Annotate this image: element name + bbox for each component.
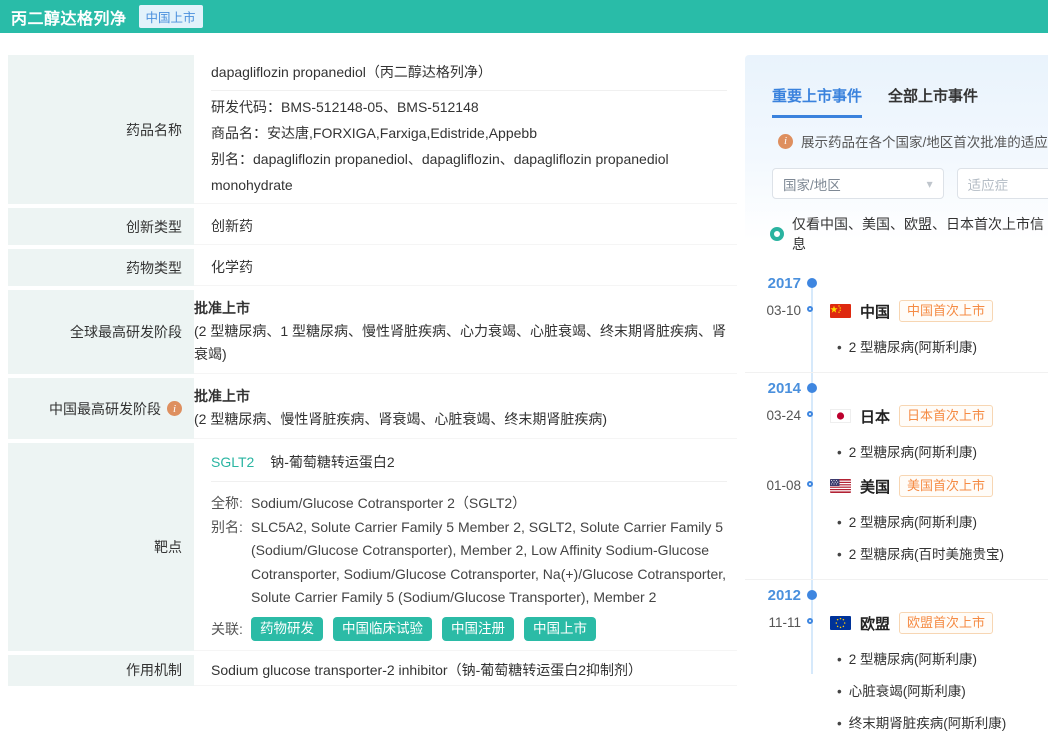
events-notice-text: 展示药品在各个国家/地区首次批准的适应症、	[801, 131, 1048, 151]
first-launch-radio[interactable]	[770, 227, 784, 241]
indication-item: 2 型糖尿病(百时美施贵宝)	[837, 539, 1048, 571]
launch-events-panel: 重要上市事件 全部上市事件 i 展示药品在各个国家/地区首次批准的适应症、 国家…	[745, 55, 1048, 659]
target-name-cn: 钠-葡萄糖转运蛋白2	[270, 454, 394, 470]
timeline-event-group: 2014 03-24 日本日本首次上市 2 型糖尿病(阿斯利康)	[745, 372, 1048, 469]
timeline-dot-icon	[807, 590, 817, 600]
moa-value: Sodium glucose transporter-2 inhibitor（钠…	[194, 655, 737, 686]
first-launch-tag: 美国首次上市	[899, 475, 993, 497]
table-row-innovation: 创新类型 创新药	[8, 208, 737, 245]
launch-timeline: 2017 03-10 中国中国首次上市 2 型糖尿病(阿斯利康) 2014 03-24 日本…	[745, 274, 1048, 664]
china-stage-status: 批准上市	[194, 384, 737, 408]
timeline-year: 2012	[745, 586, 801, 606]
indication-item: 2 型糖尿病(阿斯利康)	[837, 507, 1048, 539]
row-label: 药物类型	[8, 249, 194, 286]
event-dot-icon	[807, 481, 813, 487]
indication-item: 2 型糖尿病(阿斯利康)	[837, 437, 1048, 469]
table-row-global-stage: 全球最高研发阶段 批准上市 (2 型糖尿病、1 型糖尿病、慢性肾脏疾病、心力衰竭…	[8, 290, 737, 374]
target-fullname-label: 全称:	[211, 492, 251, 516]
event-country: 欧盟	[860, 613, 890, 634]
event-country: 中国	[860, 301, 890, 322]
indication-item: 终末期肾脏疾病(阿斯利康)	[837, 708, 1048, 740]
event-dot-icon	[807, 618, 813, 624]
innovation-value: 创新药	[194, 208, 737, 245]
row-label: 药品名称	[8, 55, 194, 204]
event-date: 03-24	[745, 405, 801, 427]
first-launch-tag: 日本首次上市	[899, 405, 993, 427]
table-row-target: 靶点 SGLT2 钠-葡萄糖转运蛋白2 全称: Sodium/Glucose C…	[8, 443, 737, 651]
trade-name: 商品名：安达唐,FORXIGA,Farxiga,Edistride,Appebb	[211, 120, 727, 146]
timeline-year: 2017	[745, 274, 801, 294]
country-region-select[interactable]: 国家/地区 ▾	[772, 168, 944, 199]
first-launch-radio-label: 仅看中国、美国、欧盟、日本首次上市信息	[792, 214, 1048, 254]
tab-all-events[interactable]: 全部上市事件	[888, 85, 978, 118]
row-label: 靶点	[8, 443, 194, 651]
info-icon[interactable]: i	[167, 401, 182, 416]
relation-tag[interactable]: 药物研发	[251, 617, 323, 641]
drug-info-table: 药品名称 dapagliflozin propanediol（丙二醇达格列净） …	[8, 55, 737, 690]
row-label: 中国最高研发阶段	[49, 399, 161, 419]
timeline-event-group: 2017 03-10 中国中国首次上市 2 型糖尿病(阿斯利康)	[745, 274, 1048, 364]
event-date: 01-08	[745, 475, 801, 497]
global-stage-detail: (2 型糖尿病、1 型糖尿病、慢性肾脏疾病、心力衰竭、心脏衰竭、终末期肾脏疾病、…	[194, 320, 737, 366]
drug-type-value: 化学药	[194, 249, 737, 286]
event-date: 03-10	[745, 300, 801, 322]
indication-item: 2 型糖尿病(阿斯利康)	[837, 332, 1048, 364]
drug-name-primary: dapagliflozin propanediol（丙二醇达格列净）	[211, 55, 727, 91]
flag-eu-icon	[830, 616, 851, 630]
china-stage-detail: (2 型糖尿病、慢性肾脏疾病、肾衰竭、心脏衰竭、终末期肾脏疾病)	[194, 408, 737, 431]
indication-item: 心脏衰竭(阿斯利康)	[837, 676, 1048, 708]
table-row-china-stage: 中国最高研发阶段 i 批准上市 (2 型糖尿病、慢性肾脏疾病、肾衰竭、心脏衰竭、…	[8, 378, 737, 439]
info-icon: i	[778, 134, 793, 149]
first-launch-tag: 欧盟首次上市	[899, 612, 993, 634]
target-relation-label: 关联:	[211, 619, 251, 639]
global-stage-status: 批准上市	[194, 296, 737, 320]
page-title: 丙二醇达格列净	[11, 5, 127, 29]
table-row-drug-type: 药物类型 化学药	[8, 249, 737, 286]
event-country: 日本	[860, 406, 890, 427]
row-label: 创新类型	[8, 208, 194, 245]
chevron-down-icon: ▾	[927, 177, 933, 191]
events-tabs: 重要上市事件 全部上市事件	[745, 55, 1048, 118]
row-label: 作用机制	[8, 655, 194, 686]
status-badge: 中国上市	[139, 5, 203, 28]
target-symbol-link[interactable]: SGLT2	[211, 454, 254, 470]
event-date: 11-11	[745, 612, 801, 634]
target-fullname: Sodium/Glucose Cotransporter 2（SGLT2）	[251, 492, 727, 516]
indication-item: 2 型糖尿病(阿斯利康)	[837, 644, 1048, 676]
timeline-event-group: 01-08 美国美国首次上市 2 型糖尿病(阿斯利康)2 型糖尿病(百时美施贵宝)	[745, 475, 1048, 571]
table-row-moa: 作用机制 Sodium glucose transporter-2 inhibi…	[8, 655, 737, 686]
row-label: 全球最高研发阶段	[8, 290, 194, 374]
target-relation-tags: 药物研发中国临床试验中国注册中国上市	[251, 617, 596, 641]
relation-tag[interactable]: 中国注册	[442, 617, 514, 641]
target-alias-label: 别名:	[211, 516, 251, 610]
dev-code: 研发代码：BMS-512148-05、BMS-512148	[211, 94, 727, 120]
timeline-year: 2014	[745, 379, 801, 399]
event-dot-icon	[807, 306, 813, 312]
timeline-dot-icon	[807, 278, 817, 288]
target-alias: SLC5A2, Solute Carrier Family 5 Member 2…	[251, 516, 727, 610]
table-row-name: 药品名称 dapagliflozin propanediol（丙二醇达格列净） …	[8, 55, 737, 204]
flag-cn-icon	[830, 304, 851, 318]
event-country: 美国	[860, 476, 890, 497]
first-launch-tag: 中国首次上市	[899, 300, 993, 322]
indication-input[interactable]: 适应症	[957, 168, 1048, 199]
relation-tag[interactable]: 中国上市	[524, 617, 596, 641]
tab-important-events[interactable]: 重要上市事件	[772, 85, 862, 118]
relation-tag[interactable]: 中国临床试验	[333, 617, 432, 641]
timeline-event-group: 2012 11-11 欧盟欧盟首次上市 2 型糖尿病(阿斯利康)心脏衰竭(阿斯利康)终…	[745, 579, 1048, 740]
flag-jp-icon	[830, 409, 851, 423]
drug-aliases: 别名：dapagliflozin propanediol、dapaglifloz…	[211, 146, 727, 198]
page-header: 丙二醇达格列净 中国上市	[0, 0, 1048, 33]
event-dot-icon	[807, 411, 813, 417]
timeline-dot-icon	[807, 383, 817, 393]
flag-us-icon	[830, 479, 851, 493]
